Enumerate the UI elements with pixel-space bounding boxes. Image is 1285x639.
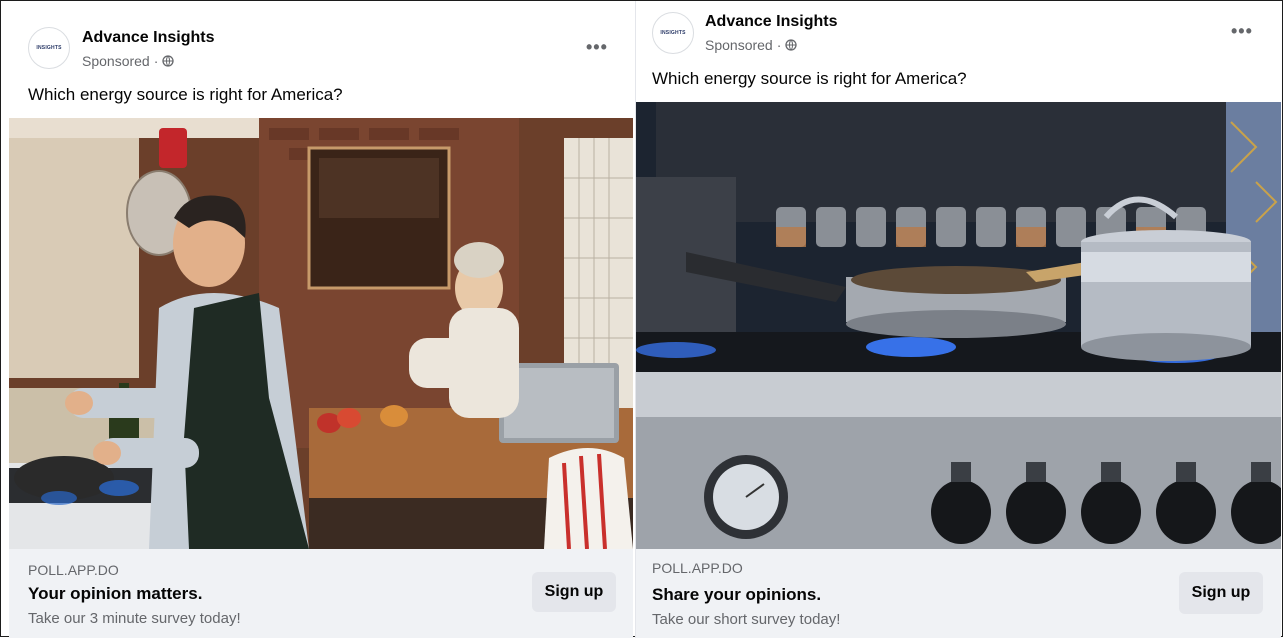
link-headline[interactable]: Your opinion matters.: [28, 584, 202, 604]
page-name[interactable]: Advance Insights: [705, 13, 837, 31]
kitchen-image: [9, 118, 633, 549]
globe-icon: [162, 55, 175, 67]
page-name[interactable]: Advance Insights: [82, 29, 214, 47]
link-description: Take our short survey today!: [652, 611, 841, 628]
page-avatar[interactable]: INSIGHTS: [652, 12, 694, 54]
more-options-icon[interactable]: •••: [1231, 21, 1253, 42]
link-domain[interactable]: POLL.APP.DO: [652, 560, 743, 576]
stove-image: [636, 102, 1281, 549]
ad-footer[interactable]: POLL.APP.DO Share your opinions. Take ou…: [636, 549, 1281, 638]
ad-card-2: INSIGHTS Advance Insights Sponsored · ••…: [635, 1, 1281, 638]
ad-image-kitchen[interactable]: [9, 118, 633, 549]
more-options-icon[interactable]: •••: [586, 37, 608, 58]
globe-icon: [785, 39, 798, 51]
sponsored-label: Sponsored ·: [705, 37, 798, 53]
sponsored-label: Sponsored ·: [82, 53, 175, 69]
avatar-logo: INSIGHTS: [660, 29, 686, 36]
ad-caption: Which energy source is right for America…: [28, 85, 343, 104]
link-description: Take our 3 minute survey today!: [28, 610, 241, 627]
avatar-logo: INSIGHTS: [36, 44, 62, 51]
separator: ·: [776, 37, 782, 53]
ad-footer[interactable]: POLL.APP.DO Your opinion matters. Take o…: [9, 549, 633, 638]
ad-card-1: INSIGHTS Advance Insights Sponsored · ••…: [9, 1, 633, 638]
sign-up-button[interactable]: Sign up: [1179, 572, 1263, 614]
page-avatar[interactable]: INSIGHTS: [28, 27, 70, 69]
separator: ·: [153, 53, 159, 69]
sign-up-button[interactable]: Sign up: [532, 572, 616, 612]
sponsored-text: Sponsored: [82, 53, 150, 69]
link-domain[interactable]: POLL.APP.DO: [28, 562, 119, 578]
sponsored-text: Sponsored: [705, 37, 773, 53]
link-headline[interactable]: Share your opinions.: [652, 585, 821, 605]
ad-image-stove[interactable]: [636, 102, 1281, 549]
ad-caption: Which energy source is right for America…: [652, 69, 967, 88]
